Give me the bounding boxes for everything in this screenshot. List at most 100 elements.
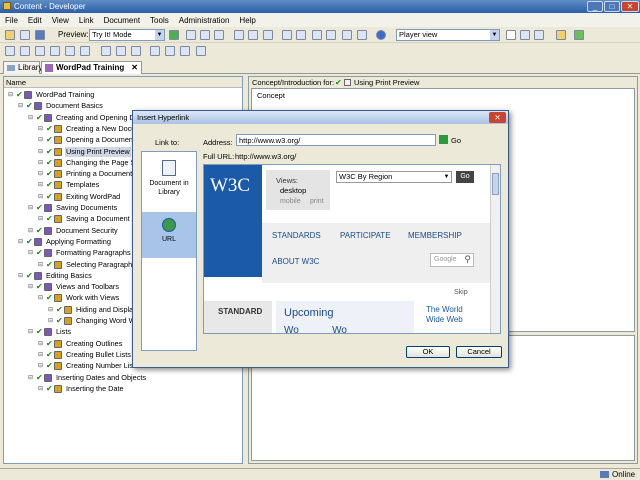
menu-document[interactable]: Document [99, 16, 145, 25]
minimize-button[interactable]: _ [587, 1, 603, 12]
find-icon[interactable] [248, 30, 258, 40]
address-input[interactable] [236, 134, 436, 146]
view-mobile[interactable]: mobile [280, 198, 301, 205]
tab-close-icon[interactable]: ✕ [131, 62, 138, 73]
expand-toggle-icon[interactable]: ⊟ [38, 147, 43, 157]
expand-toggle-icon[interactable]: ⊟ [28, 203, 33, 213]
tree-item[interactable]: ⊟ ✔ Inserting Dates and Objects [4, 373, 240, 383]
view-desktop[interactable]: desktop [280, 186, 306, 195]
nav-standards[interactable]: STANDARDS [272, 231, 321, 240]
record-icon[interactable] [50, 46, 60, 56]
outdent-icon[interactable] [326, 30, 336, 40]
expand-toggle-icon[interactable]: ⊟ [8, 90, 13, 100]
expand-toggle-icon[interactable]: ⊟ [38, 192, 43, 202]
option-url[interactable]: URL [142, 212, 196, 258]
expand-toggle-icon[interactable]: ⊟ [38, 180, 43, 190]
outline-column-header[interactable]: Name [4, 77, 242, 88]
question-icon[interactable] [65, 46, 75, 56]
preview-mode-select[interactable]: Try It! Mode ▼ [89, 29, 165, 41]
expand-toggle-icon[interactable]: ⊟ [38, 350, 43, 360]
play-icon[interactable] [169, 30, 179, 40]
layout-single-icon[interactable] [506, 30, 516, 40]
menu-tools[interactable]: Tools [145, 16, 174, 25]
nav-membership[interactable]: MEMBERSHIP [408, 231, 462, 240]
expand-toggle-icon[interactable]: ⊟ [48, 316, 53, 326]
view-print[interactable]: print [310, 198, 324, 205]
arrow-up-icon[interactable] [150, 46, 160, 56]
print-icon[interactable] [263, 30, 273, 40]
help-icon[interactable] [376, 30, 386, 40]
expand-toggle-icon[interactable]: ⊟ [38, 260, 43, 270]
expand-toggle-icon[interactable]: ⊟ [38, 158, 43, 168]
cut-icon[interactable] [186, 30, 196, 40]
insert-topic-icon[interactable] [35, 46, 45, 56]
region-select[interactable]: W3C By Region ▼ [336, 171, 452, 183]
insert-section-icon[interactable] [20, 46, 30, 56]
nav-participate[interactable]: PARTICIPATE [340, 231, 391, 240]
redo-icon[interactable] [296, 30, 306, 40]
expand-toggle-icon[interactable]: ⊟ [38, 169, 43, 179]
move-right-icon[interactable] [116, 46, 126, 56]
cancel-button[interactable]: Cancel [456, 346, 502, 358]
maximize-button[interactable]: □ [604, 1, 620, 12]
skip-link[interactable]: Skip [454, 289, 468, 296]
expand-toggle-icon[interactable]: ⊟ [38, 339, 43, 349]
menu-link[interactable]: Link [74, 16, 99, 25]
option-document-in-library[interactable]: Document in Library [144, 160, 194, 206]
insert-page-icon[interactable] [5, 46, 15, 56]
preview-scrollbar[interactable] [490, 165, 500, 333]
arrow-down-icon[interactable] [165, 46, 175, 56]
expand-toggle-icon[interactable]: ⊟ [38, 124, 43, 134]
expand-toggle-icon[interactable]: ⊟ [18, 271, 23, 281]
refresh-icon[interactable] [574, 30, 584, 40]
expand-toggle-icon[interactable]: ⊟ [18, 101, 23, 111]
tree-item[interactable]: ⊟ ✔ Inserting the Date [4, 384, 240, 394]
web-page-icon[interactable] [80, 46, 90, 56]
expand-toggle-icon[interactable]: ⊟ [38, 214, 43, 224]
ok-button[interactable]: OK [406, 346, 450, 358]
menu-help[interactable]: Help [234, 16, 260, 25]
dialog-close-button[interactable]: ✕ [489, 112, 506, 123]
tab-library[interactable]: Library [3, 61, 42, 74]
close-button[interactable]: ✕ [621, 1, 639, 12]
menu-edit[interactable]: Edit [23, 16, 47, 25]
new-document-icon[interactable] [20, 30, 30, 40]
expand-toggle-icon[interactable]: ⊟ [28, 373, 33, 383]
spellcheck-icon[interactable] [357, 30, 367, 40]
expand-toggle-icon[interactable]: ⊟ [38, 361, 43, 371]
binoculars-icon[interactable] [342, 30, 352, 40]
indent-icon[interactable] [312, 30, 322, 40]
expand-toggle-icon[interactable]: ⊟ [28, 226, 33, 236]
tab-wordpad-training[interactable]: WordPad Training ✕ [41, 61, 142, 74]
expand-toggle-icon[interactable]: ⊟ [28, 327, 33, 337]
region-go-button[interactable]: Go [456, 171, 474, 183]
expand-toggle-icon[interactable]: ⊟ [28, 282, 33, 292]
go-button[interactable]: Go [451, 136, 461, 145]
undo-icon[interactable] [282, 30, 292, 40]
expand-toggle-icon[interactable]: ⊟ [38, 293, 43, 303]
link-icon[interactable] [180, 46, 190, 56]
go-arrow-icon[interactable] [439, 135, 448, 144]
expand-toggle-icon[interactable]: ⊟ [38, 384, 43, 394]
move-left-icon[interactable] [101, 46, 111, 56]
copy-icon[interactable] [200, 30, 210, 40]
search-box[interactable]: Google ⚲ [430, 253, 474, 267]
nav-about-w3c[interactable]: ABOUT W3C [272, 257, 319, 266]
expand-toggle-icon[interactable]: ⊟ [48, 305, 53, 315]
menu-administration[interactable]: Administration [174, 16, 235, 25]
menu-view[interactable]: View [47, 16, 74, 25]
layout-grid-icon[interactable] [534, 30, 544, 40]
save-icon[interactable] [35, 30, 45, 40]
expand-toggle-icon[interactable]: ⊟ [38, 135, 43, 145]
paste-icon[interactable] [214, 30, 224, 40]
open-folder-icon[interactable] [5, 30, 15, 40]
menu-file[interactable]: File [0, 16, 23, 25]
expand-toggle-icon[interactable]: ⊟ [28, 248, 33, 258]
move-up-icon[interactable] [131, 46, 141, 56]
folder-icon[interactable] [556, 30, 566, 40]
unlink-icon[interactable] [196, 46, 206, 56]
expand-toggle-icon[interactable]: ⊟ [18, 237, 23, 247]
player-view-select[interactable]: Player view ▼ [396, 29, 500, 41]
expand-toggle-icon[interactable]: ⊟ [28, 113, 33, 123]
scrollbar-thumb[interactable] [492, 173, 499, 195]
